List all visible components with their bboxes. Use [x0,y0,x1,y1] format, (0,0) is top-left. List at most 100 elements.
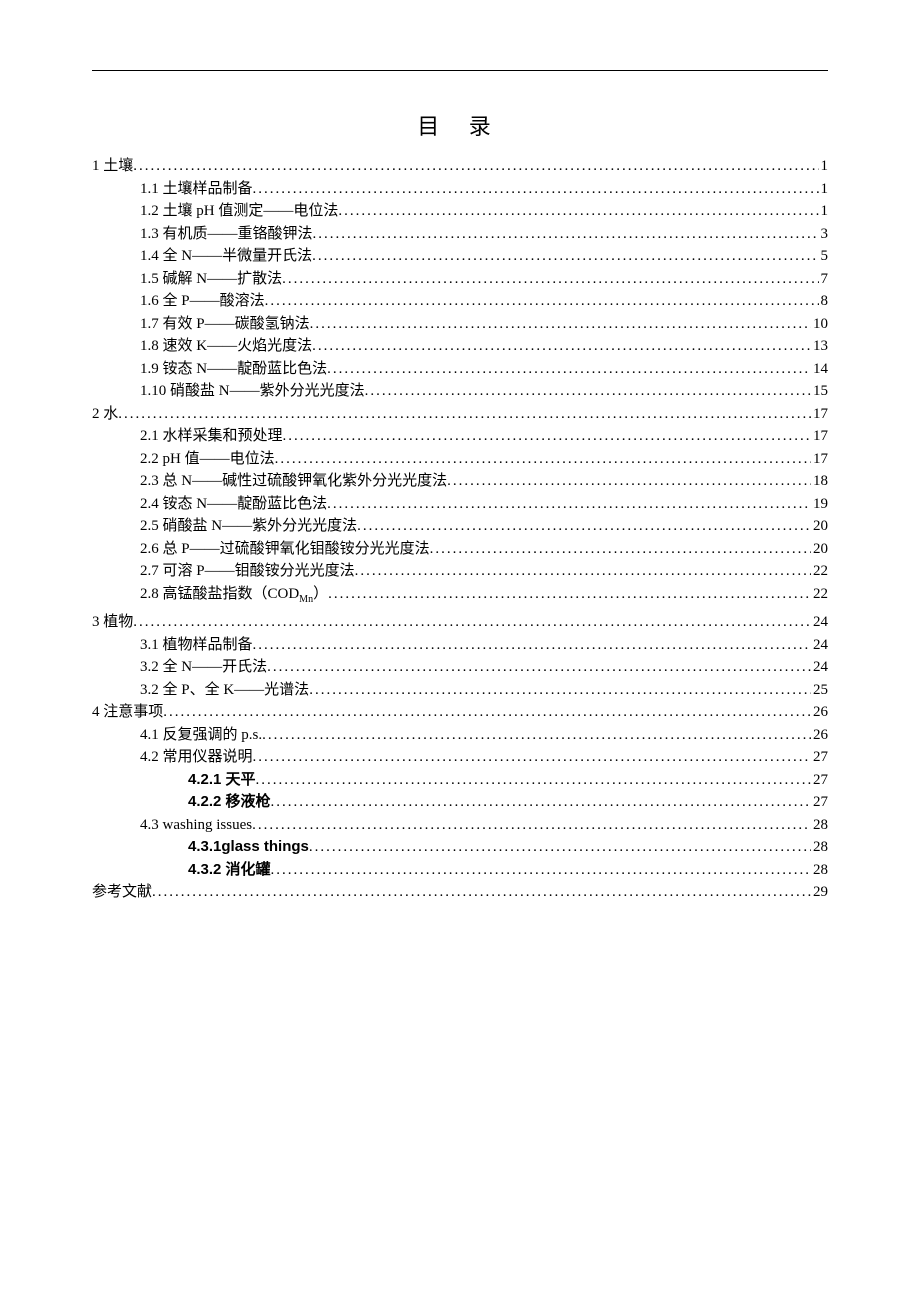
toc-page-number: 22 [811,560,828,583]
toc-entry: 3.1 植物样品制备 24 [92,634,828,657]
toc-page-number: 14 [811,358,828,381]
toc-dots [327,493,811,516]
toc-entry: 2.3 总 N——碱性过硫酸钾氧化紫外分光光度法18 [92,470,828,493]
toc-entry: 4.3 washing issues 28 [92,814,828,837]
toc-dots [309,836,811,859]
toc-entry-label: 1.10 硝酸盐 N——紫外分光光度法 [140,380,365,403]
toc-entry: 1.1 土壤样品制备 1 [92,178,828,201]
toc-entry: 1.4 全 N——半微量开氏法 5 [92,245,828,268]
toc-dots [338,200,818,223]
toc-dots [265,290,819,313]
toc-entry: 1.2 土壤 pH 值测定——电位法 1 [92,200,828,223]
toc-entry: 2.5 硝酸盐 N——紫外分光光度法 20 [92,515,828,538]
toc-entry: 2.1 水样采集和预处理17 [92,425,828,448]
toc-page-number: 24 [811,611,828,634]
toc-entry: 4.3.2 消化罐 28 [92,859,828,882]
toc-page-number: 1 [819,178,829,201]
toc-entry-label: 2.1 水样采集和预处理 [140,425,283,448]
toc-entry-label: 参考文献 [92,881,152,904]
toc-page-number: 28 [811,814,828,837]
toc-entry-label: 1.3 有机质——重铬酸钾法 [140,223,313,246]
toc-page-number: 27 [811,791,828,814]
toc-dots [262,724,811,747]
toc-dots [309,679,811,702]
toc-dots [357,515,811,538]
header-divider [92,70,828,71]
toc-entry-label: 1.8 速效 K——火焰光度法 [140,335,312,358]
toc-entry-label: 4.3 washing issues [140,814,252,837]
toc-entry-label: 1.7 有效 P——碳酸氢钠法 [140,313,310,336]
toc-dots [271,859,811,882]
toc-entry-label: 3.2 全 N——开氏法 [140,656,267,679]
toc-entry: 3 植物 24 [92,611,828,634]
toc-dots [430,538,811,561]
toc-entry: 4 注意事项 26 [92,701,828,724]
toc-entry: 2.8 高锰酸盐指数（CODMn） 22 [92,583,828,612]
toc-page-number: 10 [811,313,828,336]
toc-entry-label: 4.1 反复强调的 p.s. [140,724,262,747]
toc-page-number: 17 [811,448,828,471]
toc-dots [283,425,811,448]
toc-dots [282,268,818,291]
toc-dots [328,583,811,606]
toc-page-number: 1 [819,155,829,178]
toc-entry-label: 4.2.1 天平 [188,769,256,792]
toc-dots [133,155,818,178]
toc-page-number: 20 [811,515,828,538]
toc-entry-label: 2.5 硝酸盐 N——紫外分光光度法 [140,515,357,538]
toc-entry-label: 2.6 总 P——过硫酸钾氧化钼酸铵分光光度法 [140,538,430,561]
toc-dots [256,769,811,792]
toc-dots [152,881,811,904]
toc-page-number: 28 [811,859,828,882]
toc-page-number: 20 [811,538,828,561]
toc-dots [118,403,811,426]
toc-dots [253,746,811,769]
toc-page-number: 5 [819,245,829,268]
toc-page-number: 27 [811,769,828,792]
toc-entry-label: 2.2 pH 值——电位法 [140,448,275,471]
toc-entry: 1.3 有机质——重铬酸钾法 3 [92,223,828,246]
toc-entry: 1.6 全 P——酸溶法8 [92,290,828,313]
toc-entry: 1.5 碱解 N——扩散法7 [92,268,828,291]
toc-dots [271,791,811,814]
toc-entry-label: 1 土壤 [92,155,133,178]
toc-page-number: 29 [811,881,828,904]
toc-entry: 1.8 速效 K——火焰光度法 13 [92,335,828,358]
toc-title: 目 录 [92,109,828,141]
toc-entry: 3.2 全 N——开氏法24 [92,656,828,679]
toc-entry: 4.2.1 天平 27 [92,769,828,792]
toc-dots [313,223,819,246]
toc-entry: 3.2 全 P、全 K——光谱法 25 [92,679,828,702]
toc-dots [253,178,819,201]
toc-page-number: 26 [811,701,828,724]
toc-entry-label: 1.9 铵态 N——靛酚蓝比色法 [140,358,327,381]
toc-entry-label: 4 注意事项 [92,701,163,724]
toc-entry: 4.2.2 移液枪27 [92,791,828,814]
toc-entry-label: 1.4 全 N——半微量开氏法 [140,245,312,268]
toc-entry-label: 2.7 可溶 P——钼酸铵分光光度法 [140,560,355,583]
toc-dots [253,634,811,657]
toc-page-number: 15 [811,380,828,403]
toc-page-number: 19 [811,493,828,516]
toc-dots [327,358,811,381]
toc-entry-label: 2.3 总 N——碱性过硫酸钾氧化紫外分光光度法 [140,470,447,493]
toc-entry-label: 1.6 全 P——酸溶法 [140,290,265,313]
toc-entry: 2.2 pH 值——电位法 17 [92,448,828,471]
toc-page-number: 22 [811,583,828,606]
toc-entry-label: 1.5 碱解 N——扩散法 [140,268,282,291]
toc-dots [312,245,818,268]
toc-entry-label: 1.2 土壤 pH 值测定——电位法 [140,200,338,223]
toc-entry-label: 3 植物 [92,611,133,634]
toc-entry-label: 2 水 [92,403,118,426]
toc-entry: 4.2 常用仪器说明 27 [92,746,828,769]
toc-dots [163,701,811,724]
toc-page-number: 17 [811,403,828,426]
toc-entry-label: 2.8 高锰酸盐指数（CODMn） [140,583,328,612]
toc-entry-label: 1.1 土壤样品制备 [140,178,253,201]
toc-page-number: 13 [811,335,828,358]
toc-page-number: 1 [819,200,829,223]
toc-entry: 1.10 硝酸盐 N——紫外分光光度法 15 [92,380,828,403]
toc-entry-label: 4.3.2 消化罐 [188,859,271,882]
toc-page-number: 25 [811,679,828,702]
toc-entry: 2.4 铵态 N——靛酚蓝比色法19 [92,493,828,516]
